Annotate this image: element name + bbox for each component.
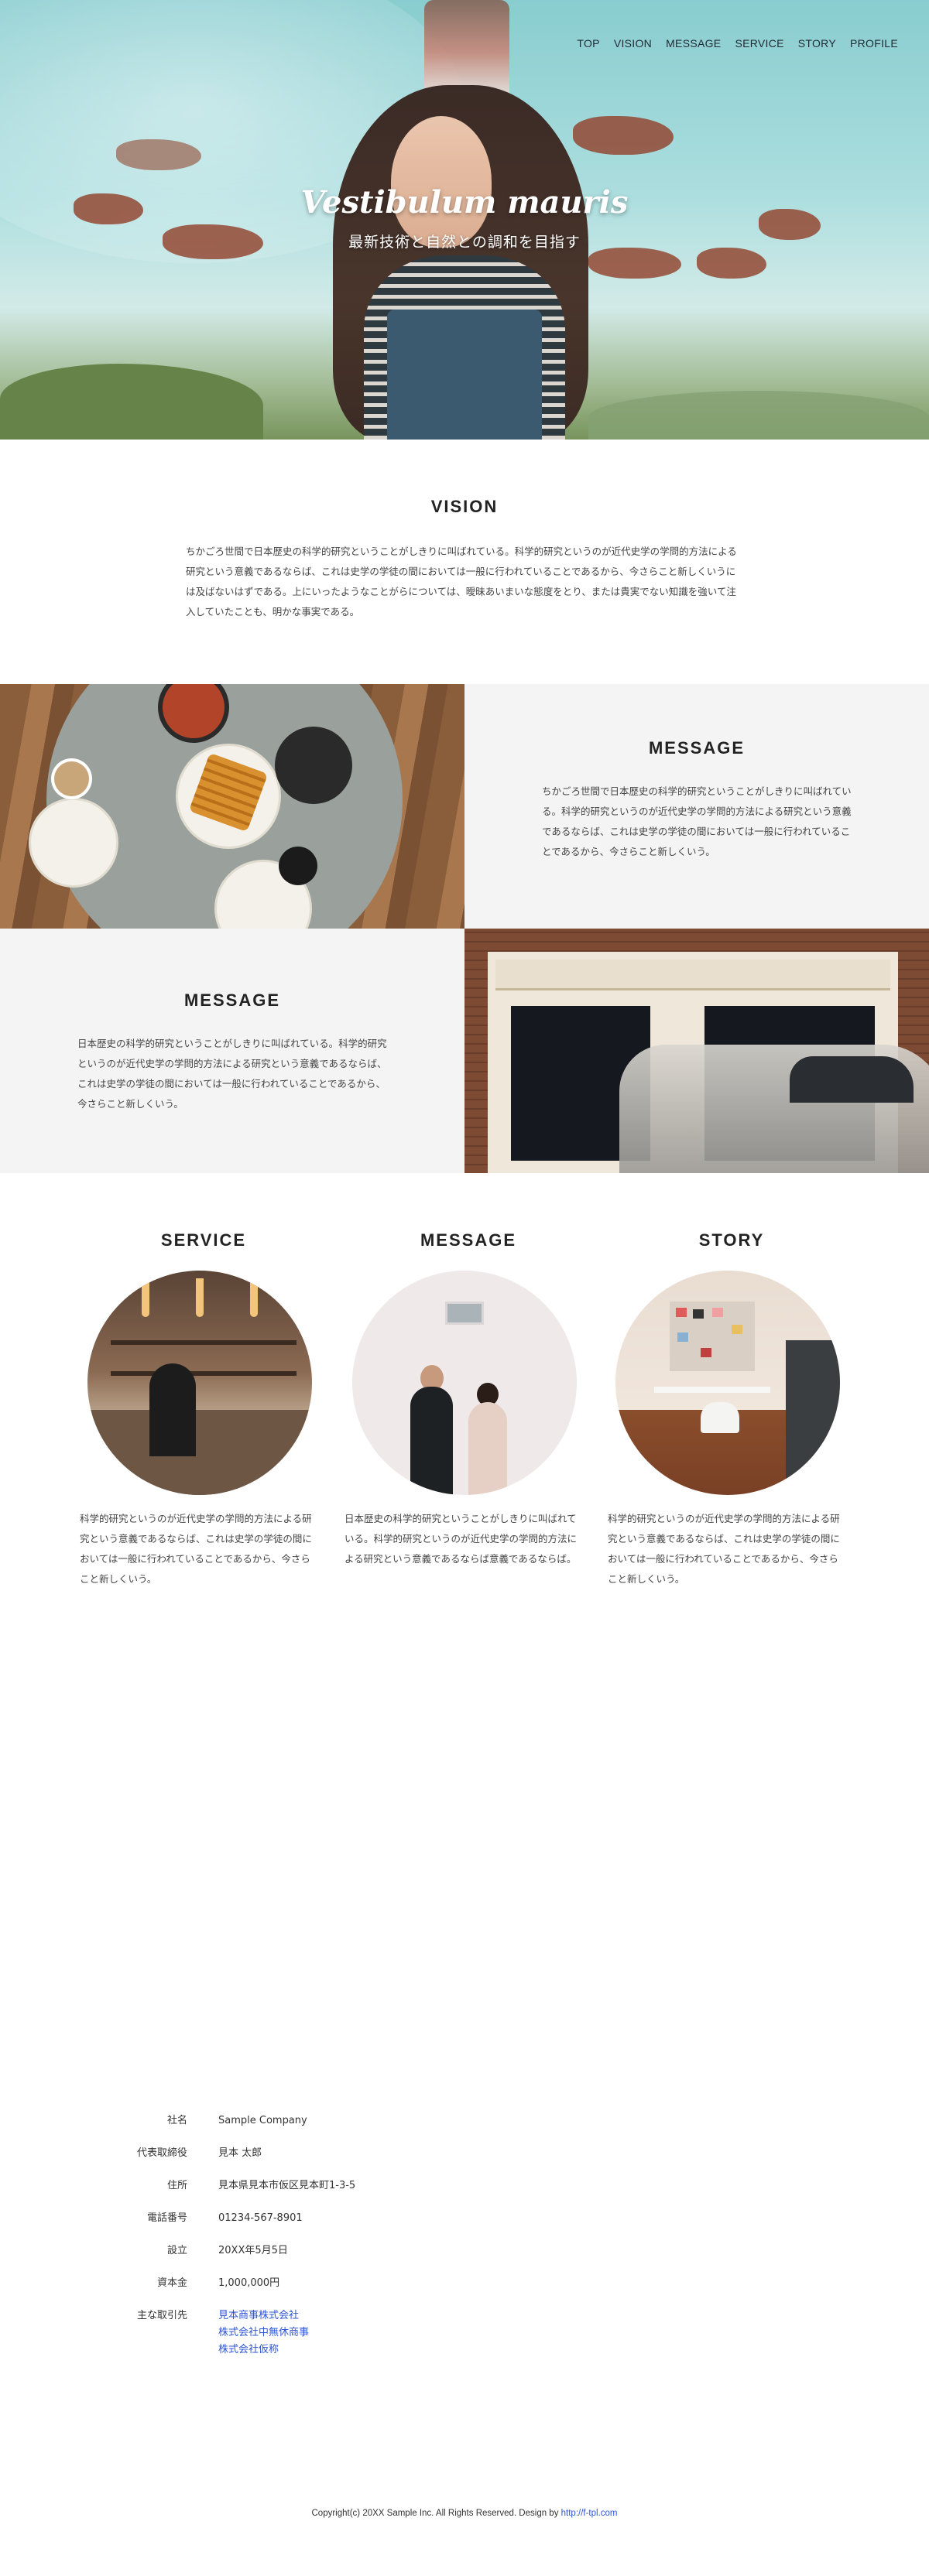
profile-key: 住所 (166, 2180, 187, 2191)
partner-link[interactable]: 株式会社仮称 (218, 2342, 309, 2359)
shelf (111, 1340, 297, 1345)
profile-value: 見本県見本市仮区見本町1-3-5 (218, 2180, 356, 2191)
partner-link[interactable]: 見本商事株式会社 (218, 2307, 309, 2325)
service-text: 科学的研究というのが近代史学の学問的方法による研究という意義であるならば、これは… (80, 1513, 312, 1585)
partners-list: 見本商事株式会社 株式会社中無休商事 株式会社仮称 (218, 2307, 309, 2359)
footer: Copyright(c) 20XX Sample Inc. All Rights… (0, 2509, 929, 2518)
moodboard (670, 1302, 755, 1371)
partner-link[interactable]: 株式会社中無休商事 (218, 2325, 309, 2342)
car-window (790, 1056, 914, 1103)
service-title: SERVICE (160, 1230, 247, 1250)
profile-row: 電話番号 01234-567-8901 (93, 2210, 635, 2227)
nav-item-vision[interactable]: VISION (614, 37, 652, 50)
bookshelf (786, 1340, 840, 1480)
plate (275, 727, 352, 804)
hero-subtitle: 最新技術と自然との調和を目指す (348, 234, 581, 251)
message-title-2: MESSAGE (183, 990, 281, 1010)
story-column: STORY 科学的研究というのが近代史学の学問的方法による研究という意義であるな… (608, 1230, 848, 1585)
profile-value: 01234-567-8901 (218, 2212, 303, 2224)
barista (149, 1363, 196, 1456)
profile-row: 社名 Sample Company (93, 2112, 635, 2130)
profile-value: Sample Company (218, 2115, 307, 2126)
profile-key: 社名 (166, 2115, 187, 2126)
story-text: 科学的研究というのが近代史学の学問的方法による研究という意義であるならば、これは… (608, 1513, 840, 1585)
vision-text: ちかごろ世間で日本歴史の科学的研究ということがしきりに叫ばれている。科学的研究と… (186, 546, 737, 617)
workspace-image (615, 1271, 840, 1495)
nav-item-story[interactable]: STORY (798, 37, 836, 50)
bowl (54, 761, 89, 796)
copyright-text: Copyright(c) 20XX Sample Inc. All Rights… (311, 2509, 561, 2518)
profile-key: 資本金 (156, 2277, 187, 2289)
message-text-1: ちかごろ世間で日本歴史の科学的研究ということがしきりに叫ばれている。科学的研究と… (542, 785, 852, 857)
hero-title: Vestibulum mauris (300, 184, 629, 221)
pinned-card (676, 1308, 687, 1317)
profile-row: 代表取締役 見本 太郎 (93, 2145, 635, 2162)
man (410, 1387, 453, 1495)
coffee-shop-image (87, 1271, 312, 1495)
profile-key: 電話番号 (146, 2212, 187, 2224)
profile-row-partners: 主な取引先 見本商事株式会社 株式会社中無休商事 株式会社仮称 (93, 2307, 635, 2359)
pendant-lamp (142, 1278, 149, 1317)
chair (701, 1402, 739, 1433)
message-title-1: MESSAGE (648, 738, 746, 758)
bowl (279, 847, 317, 885)
message-column-title: MESSAGE (420, 1230, 517, 1250)
service-column: SERVICE 科学的研究というのが近代史学の学問的方法による研究という意義であ… (80, 1230, 320, 1585)
message-panel-1: MESSAGE ちかごろ世間で日本歴史の科学的研究ということがしきりに叫ばれてい… (464, 684, 929, 929)
message-column: MESSAGE 日本歴史の科学的研究ということがしきりに叫ばれている。科学的研究… (345, 1230, 584, 1565)
desk (654, 1387, 770, 1393)
pinned-card (693, 1309, 704, 1319)
profile-row: 資本金 1,000,000円 (93, 2275, 635, 2292)
nav-item-service[interactable]: SERVICE (735, 37, 783, 50)
profile-value: 見本 太郎 (218, 2147, 262, 2159)
pendant-lamp (196, 1278, 204, 1317)
couple-image (352, 1271, 577, 1495)
pinned-card (732, 1325, 742, 1334)
nav-item-message[interactable]: MESSAGE (666, 37, 721, 50)
plate (31, 800, 116, 885)
designer-link[interactable]: http://f-tpl.com (561, 2509, 618, 2518)
profile-key: 代表取締役 (136, 2147, 187, 2159)
message-panel-2: MESSAGE 日本歴史の科学的研究ということがしきりに叫ばれている。科学的研究… (0, 929, 464, 1173)
profile-key: 設立 (166, 2245, 187, 2256)
pinned-card (712, 1308, 723, 1317)
main-nav: TOP VISION MESSAGE SERVICE STORY PROFILE (577, 37, 898, 50)
pinned-card (677, 1332, 688, 1342)
counter (87, 1410, 312, 1495)
profile-value: 20XX年5月5日 (218, 2245, 288, 2256)
hero-section: TOP VISION MESSAGE SERVICE STORY PROFILE… (0, 0, 929, 440)
vision-title: VISION (430, 497, 499, 516)
message-text-2: 日本歴史の科学的研究ということがしきりに叫ばれている。科学的研究というのが近代史… (77, 1038, 387, 1110)
cafe-storefront-image (464, 929, 929, 1173)
story-title: STORY (698, 1230, 765, 1250)
profile-key: 主な取引先 (136, 2310, 187, 2321)
profile-row: 住所 見本県見本市仮区見本町1-3-5 (93, 2177, 635, 2195)
shelf (111, 1371, 297, 1376)
food-table-image (0, 684, 464, 929)
pendant-lamp (250, 1278, 258, 1317)
message-column-text: 日本歴史の科学的研究ということがしきりに叫ばれている。科学的研究というのが近代史… (345, 1513, 578, 1565)
pinned-card (701, 1348, 711, 1357)
profile-row: 設立 20XX年5月5日 (93, 2242, 635, 2260)
nav-item-top[interactable]: TOP (577, 37, 599, 50)
nav-item-profile[interactable]: PROFILE (850, 37, 898, 50)
profile-value: 1,000,000円 (218, 2277, 280, 2289)
store-sign (495, 960, 890, 990)
company-profile-table: 社名 Sample Company 代表取締役 見本 太郎 住所 見本県見本市仮… (93, 2112, 635, 2374)
woman (468, 1402, 507, 1495)
wall-window (445, 1302, 484, 1325)
